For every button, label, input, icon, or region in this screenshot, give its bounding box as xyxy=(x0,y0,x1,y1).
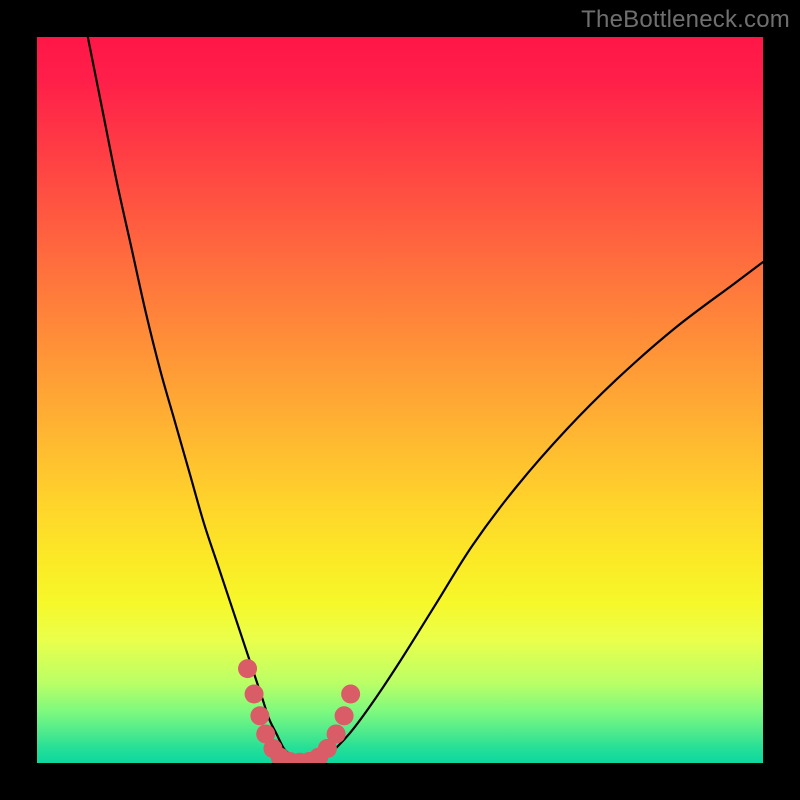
plot-area xyxy=(37,37,763,763)
watermark-text: TheBottleneck.com xyxy=(581,6,790,34)
curve-layer xyxy=(37,37,763,763)
curve-marker xyxy=(250,706,269,725)
curve-marker xyxy=(238,659,257,678)
curve-marker xyxy=(341,685,360,704)
chart-frame: TheBottleneck.com xyxy=(0,0,800,800)
bottleneck-curve xyxy=(88,37,763,763)
curve-marker xyxy=(327,724,346,743)
curve-marker xyxy=(335,706,354,725)
curve-markers xyxy=(238,659,360,763)
curve-marker xyxy=(245,685,264,704)
